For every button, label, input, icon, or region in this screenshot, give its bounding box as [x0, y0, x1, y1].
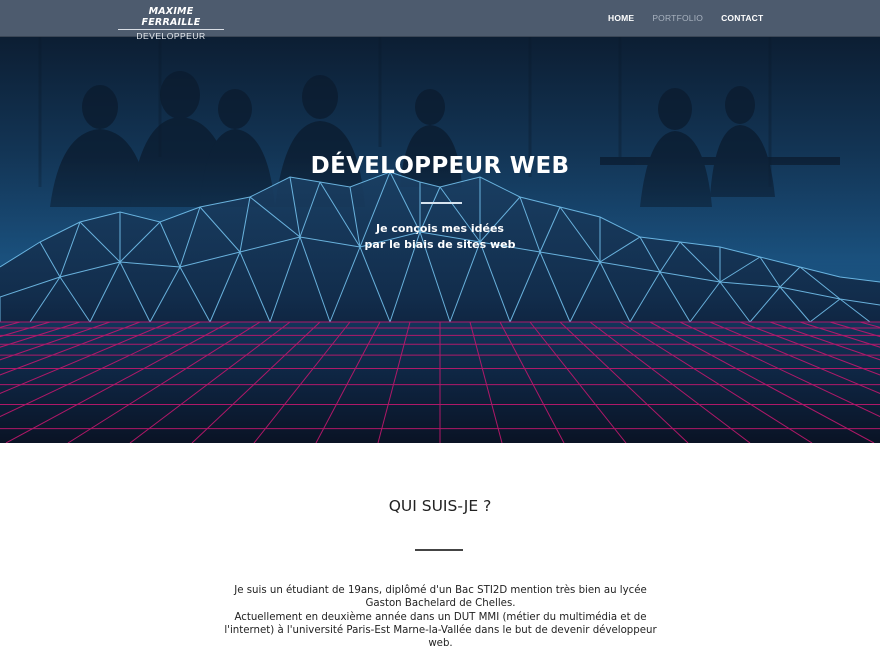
navbar: Maxime Ferraille DEVELOPPEUR HOME PORTFO…	[0, 0, 880, 41]
nav-link-home[interactable]: HOME	[608, 13, 634, 23]
hero-title: DÉVELOPPEUR WEB	[310, 153, 570, 179]
brand-logo[interactable]: Maxime Ferraille DEVELOPPEUR	[118, 6, 224, 42]
hero-subtitle-line1: Je conçois mes idées	[376, 222, 504, 235]
brand-subtitle: DEVELOPPEUR	[136, 31, 206, 41]
about-heading: QUI SUIS-JE ?	[388, 497, 492, 515]
nav-link-contact[interactable]: CONTACT	[721, 13, 763, 23]
hero-subtitle: Je conçois mes idées par le biais de sit…	[0, 221, 880, 253]
hero-banner: DÉVELOPPEUR WEB Je conçois mes idées par…	[0, 37, 880, 443]
hero-divider	[421, 202, 462, 204]
nav-menu: HOME PORTFOLIO CONTACT	[608, 13, 781, 23]
about-paragraph-1: Je suis un étudiant de 19ans, diplômé d'…	[234, 585, 647, 610]
about-text: Je suis un étudiant de 19ans, diplômé d'…	[218, 584, 663, 650]
nav-link-portfolio[interactable]: PORTFOLIO	[652, 13, 703, 23]
about-paragraph-2: Actuellement en deuxième année dans un D…	[224, 611, 657, 650]
hero-subtitle-line2: par le biais de sites web	[364, 238, 516, 251]
brand-name: Maxime Ferraille	[118, 6, 224, 30]
about-divider	[415, 549, 463, 551]
